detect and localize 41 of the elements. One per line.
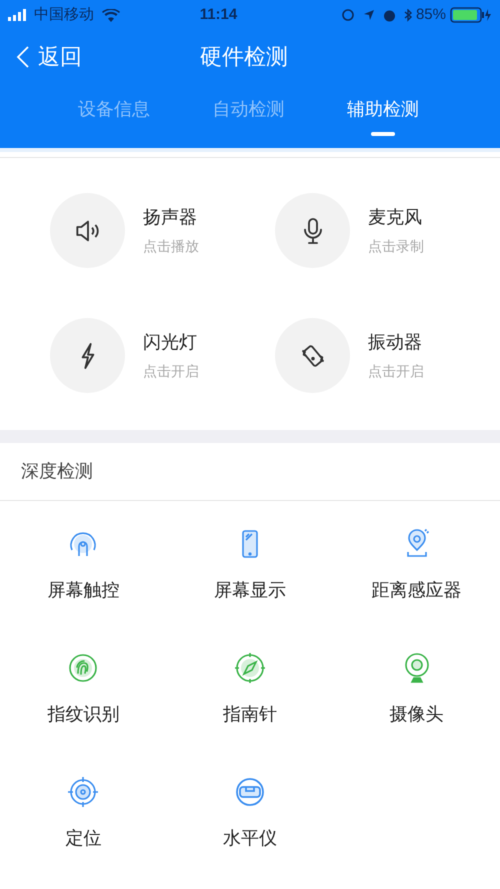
item-label: 距离感应器 — [372, 579, 462, 602]
item-label: 水平仪 — [222, 827, 277, 850]
tab[interactable]: 辅助检测 — [316, 83, 450, 148]
quick-test-item[interactable]: 振动器 点击开启 — [275, 318, 500, 393]
deep-test-item[interactable]: 屏幕触控 — [0, 528, 167, 604]
quick-test-item[interactable]: 麦克风 点击录制 — [275, 193, 500, 268]
deep-test-item[interactable]: 指南针 — [166, 652, 334, 728]
chevron-left-icon — [16, 44, 30, 68]
quick-test-item[interactable]: 闪光灯 点击开启 — [50, 318, 275, 393]
test-hint: 点击播放 — [143, 237, 199, 256]
battery-percent: 85% — [416, 4, 446, 25]
deep-test-item[interactable]: 指纹识别 — [0, 652, 167, 728]
carrier-name: 中国移动 — [34, 4, 94, 25]
tab-indicator — [370, 132, 395, 136]
item-label: 指纹识别 — [47, 703, 120, 726]
item-label: 屏幕触控 — [47, 579, 120, 602]
battery-icon — [450, 7, 492, 23]
deep-test-item[interactable]: 摄像头 — [333, 652, 500, 728]
back-button[interactable]: 返回 — [0, 40, 82, 73]
deep-test-item[interactable]: 屏幕显示 — [166, 528, 334, 604]
section-title: 深度检测 — [0, 443, 500, 501]
bluetooth-icon — [404, 8, 412, 22]
test-name: 扬声器 — [143, 206, 198, 229]
test-name: 麦克风 — [368, 206, 423, 229]
clock-time: 11:14 — [198, 4, 238, 25]
test-hint: 点击开启 — [143, 362, 199, 381]
deep-test-item[interactable]: 距离感应器 — [333, 528, 500, 604]
wifi-icon — [102, 8, 120, 22]
item-label: 屏幕显示 — [214, 579, 286, 602]
test-name: 振动器 — [368, 331, 423, 354]
item-label: 定位 — [65, 827, 102, 850]
test-hint: 点击录制 — [368, 237, 424, 256]
deep-test-item[interactable]: 定位 — [0, 776, 167, 852]
item-label: 指南针 — [222, 703, 277, 726]
test-hint: 点击开启 — [368, 362, 424, 381]
test-name: 闪光灯 — [143, 331, 198, 354]
item-label: 摄像头 — [390, 703, 444, 726]
location-arrow-icon — [362, 9, 375, 21]
deep-test-item[interactable]: 水平仪 — [166, 776, 334, 852]
page-title: 硬件检测 — [200, 43, 288, 71]
quick-test-item[interactable]: 扬声器 点击播放 — [50, 193, 275, 268]
